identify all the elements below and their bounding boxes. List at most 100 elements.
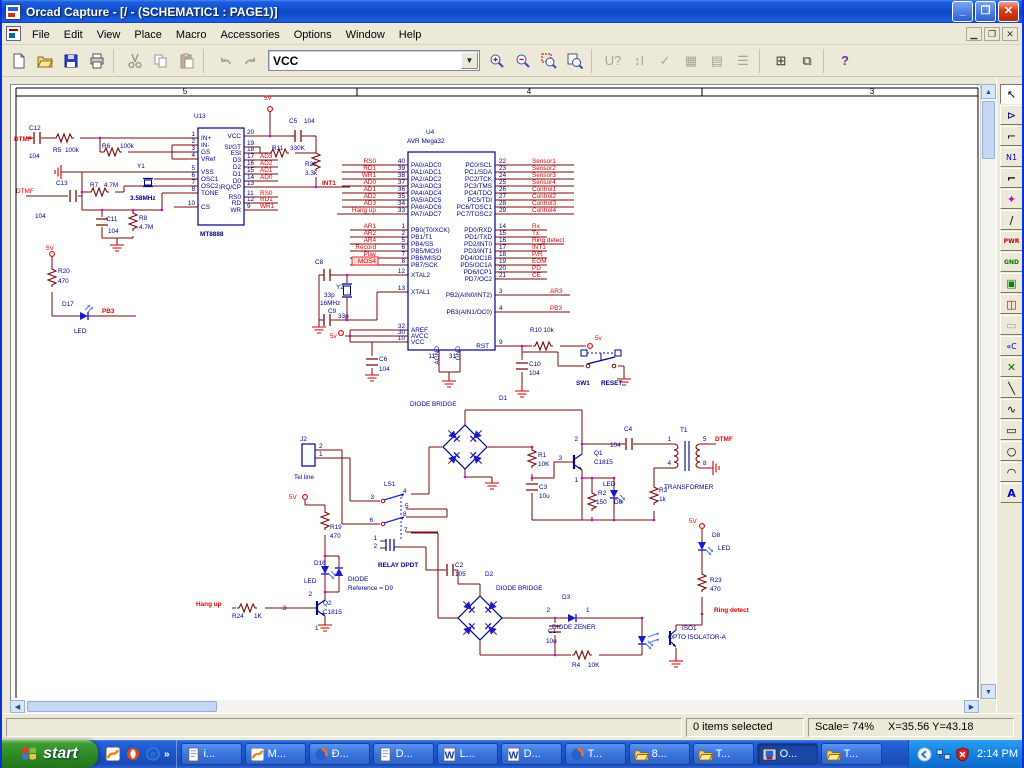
place-hierarchical-block-tool[interactable]: ▣	[1000, 273, 1024, 293]
taskbar-task-6[interactable]: WD...	[501, 743, 562, 765]
close-button[interactable]: ✕	[998, 1, 1019, 22]
crystal-y1[interactable]	[143, 179, 153, 187]
vertical-scrollbar[interactable]: ▲ ▼	[980, 84, 996, 700]
schematic-label: MOS4	[358, 258, 377, 265]
schematic-label: PC2/TCK	[465, 176, 493, 183]
place-off-page-connector-tool[interactable]: «C	[1000, 336, 1024, 356]
mdi-restore-button[interactable]: ❐	[984, 27, 1000, 41]
taskbar-task-7[interactable]: T...	[565, 743, 626, 765]
menu-item-options[interactable]: Options	[287, 26, 339, 44]
restore-button[interactable]: ❐	[975, 1, 996, 22]
quick-launch-chevron[interactable]: »	[164, 749, 170, 760]
scroll-right-button[interactable]: ▶	[964, 700, 979, 713]
place-arc-tool[interactable]: ◠	[1000, 462, 1024, 482]
snap-to-grid-button[interactable]: ⊞	[769, 49, 793, 73]
task-label: T...	[716, 748, 731, 760]
place-part-tool[interactable]: ⊳	[1000, 105, 1024, 125]
place-junction-tool[interactable]: ✦	[1000, 189, 1024, 209]
place-power-tool[interactable]: PWR	[1000, 231, 1024, 251]
network-icon[interactable]	[936, 747, 951, 762]
tray-collapse-chevron-icon[interactable]	[917, 747, 932, 762]
open-document-button[interactable]	[33, 49, 57, 73]
place-line-tool[interactable]: ╲	[1000, 378, 1024, 398]
place-ground-tool[interactable]: GND	[1000, 252, 1024, 272]
security-alert-shield-icon[interactable]	[955, 747, 970, 762]
scroll-left-button[interactable]: ◀	[10, 700, 25, 713]
schematic-page[interactable]: 543U13MT88881234567810IN+IN-GSVRefVSSOSC…	[10, 84, 980, 700]
scroll-down-button[interactable]: ▼	[981, 684, 996, 699]
connector-j2[interactable]	[302, 444, 315, 466]
print-button[interactable]	[85, 49, 109, 73]
schematic-label: 5v	[595, 335, 603, 342]
place-text-tool[interactable]: A	[1000, 483, 1024, 503]
schematic-label: PD4/OC1B	[460, 255, 492, 262]
internet-explorer-icon[interactable]: e	[144, 746, 161, 763]
taskbar-task-3[interactable]: Đ...	[309, 743, 370, 765]
menu-item-accessories[interactable]: Accessories	[213, 26, 286, 44]
select-tool[interactable]: ↖	[1000, 84, 1024, 104]
place-wire-tool[interactable]: ⌐	[1000, 126, 1024, 146]
taskbar-task-11[interactable]: T...	[821, 743, 882, 765]
taskbar-task-5[interactable]: WL...	[437, 743, 498, 765]
taskbar-task-9[interactable]: T...	[693, 743, 754, 765]
taskbar-task-10[interactable]: O...	[757, 743, 818, 765]
zoom-out-button[interactable]	[511, 49, 535, 73]
menu-item-macro[interactable]: Macro	[169, 26, 214, 44]
zoom-in-button[interactable]	[485, 49, 509, 73]
hierarchy-button[interactable]: ⧉	[795, 49, 819, 73]
help-button[interactable]: ?	[833, 49, 857, 73]
schematic-label: 40	[398, 158, 406, 165]
menu-item-edit[interactable]: Edit	[57, 26, 90, 44]
taskbar-task-4[interactable]: D...	[373, 743, 434, 765]
scroll-up-button[interactable]: ▲	[981, 84, 996, 99]
quick-launch-app-icon[interactable]	[104, 746, 121, 763]
place-bus-tool[interactable]: ⌐	[1000, 168, 1024, 188]
place-polyline-tool[interactable]: ∿	[1000, 399, 1024, 419]
taskbar-task-2[interactable]: M...	[245, 743, 306, 765]
schematic-label: D8	[712, 532, 721, 539]
horizontal-scrollbar[interactable]: ◀ ▶	[10, 700, 980, 714]
quick-launch-phone-icon[interactable]	[124, 746, 141, 763]
combobox-dropdown-icon[interactable]: ▼	[461, 52, 478, 69]
new-document-button[interactable]	[7, 49, 31, 73]
diode-bridge-d1[interactable]	[443, 425, 487, 469]
schematic-label: PA7/ADC7	[411, 211, 442, 218]
diodes-and-leds[interactable]	[76, 305, 713, 649]
schematic-label: 2	[373, 543, 377, 550]
relay-ls1[interactable]	[381, 494, 404, 551]
menu-item-file[interactable]: File	[25, 26, 57, 44]
place-ellipse-tool[interactable]: ○	[1000, 441, 1024, 461]
menu-item-place[interactable]: Place	[127, 26, 169, 44]
place-net-alias-tool[interactable]: N1	[1000, 147, 1024, 167]
schematic-label: 16	[499, 237, 507, 244]
schematic-label: C9	[328, 308, 337, 315]
schematic-label: R1	[538, 452, 547, 459]
diode-bridge-d2[interactable]	[458, 596, 502, 640]
place-bus-entry-tool[interactable]: ∕	[1000, 210, 1024, 230]
toolbar-separator	[759, 49, 765, 73]
schematic-canvas[interactable]: 543U13MT88881234567810IN+IN-GSVRefVSSOSC…	[11, 85, 981, 701]
place-hierarchical-port-tool[interactable]: ◫	[1000, 294, 1024, 314]
reset-switch-sw1[interactable]	[581, 350, 621, 368]
minimize-button[interactable]: _	[952, 1, 973, 22]
zoom-all-button[interactable]	[563, 49, 587, 73]
vertical-scroll-thumb[interactable]	[982, 101, 995, 159]
schematic-label: PA0/ADC0	[411, 162, 442, 169]
zoom-area-button[interactable]	[537, 49, 561, 73]
menu-item-help[interactable]: Help	[392, 26, 429, 44]
place-rectangle-tool[interactable]: ▭	[1000, 420, 1024, 440]
taskbar-task-1[interactable]: i...	[181, 743, 242, 765]
mdi-minimize-button[interactable]: ▁	[966, 27, 982, 41]
horizontal-scroll-thumb[interactable]	[27, 701, 217, 712]
taskbar-task-8[interactable]: 8...	[629, 743, 690, 765]
part-search-combobox[interactable]: VCC▼	[268, 50, 480, 71]
transformer-t1[interactable]	[674, 441, 700, 471]
menu-item-window[interactable]: Window	[339, 26, 392, 44]
start-button[interactable]: start	[0, 740, 98, 768]
save-document-button[interactable]	[59, 49, 83, 73]
mdi-close-button[interactable]: ✕	[1002, 27, 1018, 41]
schematic-document-icon[interactable]	[6, 26, 21, 41]
resistors[interactable]	[48, 134, 706, 659]
menu-item-view[interactable]: View	[90, 26, 128, 44]
place-no-connect-tool[interactable]: ✕	[1000, 357, 1024, 377]
